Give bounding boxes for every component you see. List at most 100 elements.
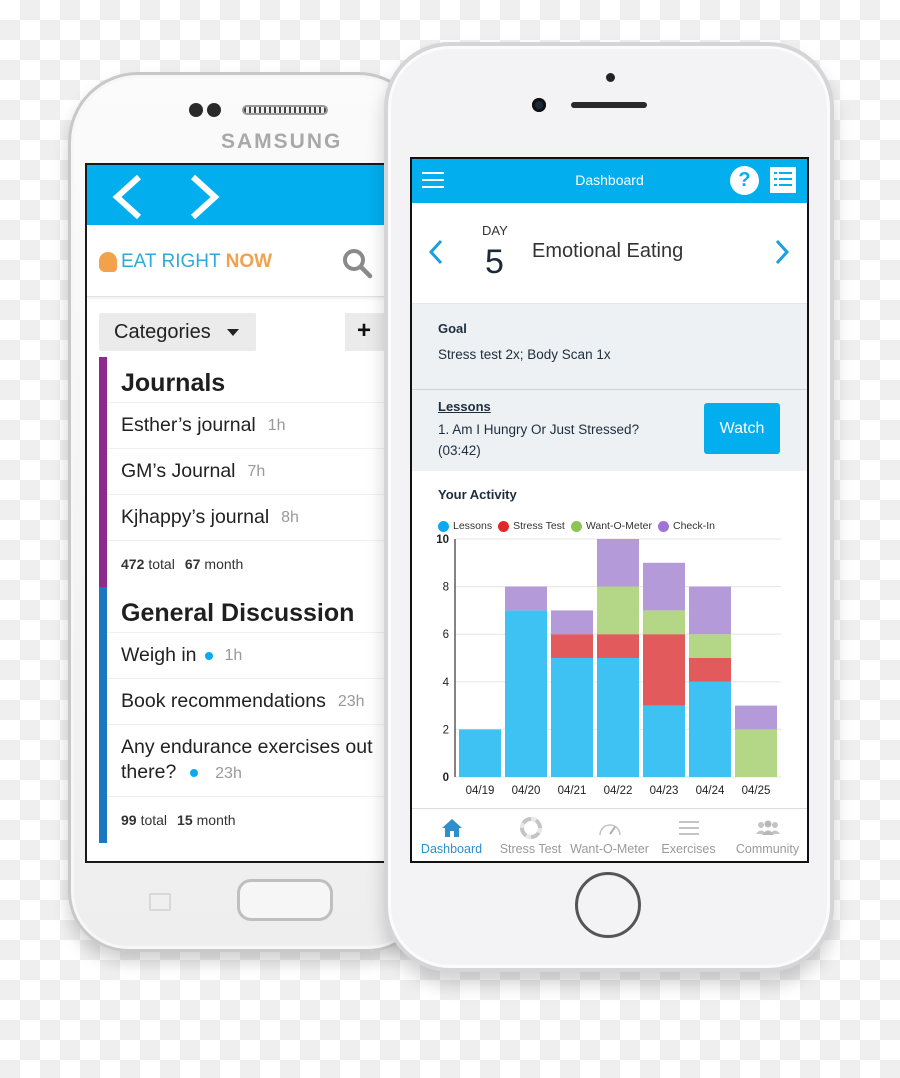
y-tick-label: 6 [443, 629, 449, 641]
bar-segment-stress-test [551, 634, 593, 658]
total-label: total [148, 556, 175, 572]
y-tick-label: 4 [443, 677, 450, 689]
search-button[interactable] [341, 247, 373, 284]
chevron-right-icon [190, 174, 220, 220]
x-tick-label: 04/20 [512, 785, 541, 797]
bottom-tab-bar: Dashboard Stress Test Want-O-Meter Exerc… [412, 808, 807, 861]
topic-title: Any endurance exercises out there? [121, 736, 373, 783]
topic-item[interactable]: Weigh in 1h [107, 633, 385, 679]
topic-item[interactable]: Any endurance exercises out there? 23h [107, 725, 385, 797]
watch-button[interactable]: Watch [704, 403, 780, 454]
browser-nav-bar [87, 165, 385, 225]
logo-text: EAT RIGHT [121, 251, 221, 272]
category-accent-bar [99, 587, 107, 843]
bar-segment-stress-test [689, 658, 731, 682]
tab-label: Stress Test [499, 842, 562, 856]
category-stats: 472 total 67 month [107, 541, 385, 587]
list-icon[interactable] [770, 167, 796, 193]
bar-segment-lessons [597, 658, 639, 777]
add-topic-button[interactable]: + [345, 313, 385, 351]
topic-item[interactable]: Kjhappy’s journal 8h [107, 495, 385, 541]
sensor-dot [189, 103, 203, 117]
topic-time: 1h [267, 416, 286, 434]
month-label: month [196, 812, 236, 828]
app-logo[interactable]: EAT RIGHT NOW [99, 251, 272, 273]
bar-segment-check-in [551, 610, 593, 635]
phone-brand: SAMSUNG [221, 130, 343, 153]
tab-exercises[interactable]: Exercises [649, 809, 728, 861]
samsung-home-button[interactable] [237, 879, 333, 921]
bar-segment-stress-test [597, 634, 639, 658]
next-day-button[interactable] [774, 239, 790, 270]
proximity-sensor [606, 73, 615, 82]
month-count: 15 [177, 812, 193, 828]
unread-dot-icon [204, 651, 213, 660]
x-tick-label: 04/24 [696, 785, 725, 797]
day-number: 5 [485, 243, 504, 281]
previous-day-button[interactable] [428, 239, 444, 270]
activity-heading: Your Activity [438, 487, 517, 502]
tab-label: Dashboard [420, 842, 483, 856]
goal-label: Goal [438, 321, 467, 336]
total-count: 472 [121, 556, 145, 572]
topic-time: 23h [215, 765, 242, 782]
legend-swatch [657, 520, 669, 532]
goal-section: Goal Stress test 2x; Body Scan 1x [412, 304, 807, 390]
legend-swatch [438, 520, 449, 532]
bar-segment-want-o-meter [643, 610, 685, 635]
category-title[interactable]: Journals [107, 357, 385, 403]
day-topic: Emotional Eating [532, 240, 684, 262]
topic-time: 7h [247, 462, 266, 480]
tab-stress-test[interactable]: Stress Test [491, 809, 570, 861]
gauge-icon [598, 824, 621, 836]
list-icon [678, 821, 699, 835]
topic-item[interactable]: GM’s Journal 7h [107, 449, 385, 495]
topic-title: GM’s Journal [121, 460, 236, 482]
topic-title: Book recommendations [121, 690, 326, 712]
iphone-home-button[interactable] [575, 872, 641, 938]
category-accent-bar [99, 357, 107, 587]
caret-down-icon [226, 328, 239, 336]
categories-dropdown[interactable]: Categories [99, 313, 256, 351]
app-header: Dashboard ? [412, 159, 807, 203]
bar-segment-lessons [551, 658, 593, 777]
chevron-right-icon [775, 239, 790, 265]
tab-label: Want-O-Meter [570, 842, 649, 856]
day-label: DAY [482, 223, 508, 238]
back-button[interactable] [109, 173, 145, 221]
y-tick-label: 2 [443, 724, 449, 736]
month-count: 67 [184, 556, 201, 572]
tab-community[interactable]: Community [728, 809, 807, 861]
people-icon [755, 820, 780, 835]
samsung-phone: SAMSUNG EAT RIGHT NOW Categories + Journ… [68, 72, 428, 952]
iphone: Dashboard ? DAY 5 Emotional Eating Goal … [384, 42, 834, 972]
bar-segment-stress-test [643, 634, 685, 706]
bar-segment-want-o-meter [597, 586, 639, 635]
head-logo-icon [99, 252, 117, 272]
tab-want-o-meter[interactable]: Want-O-Meter [570, 809, 649, 861]
topic-title: Esther’s journal [121, 414, 256, 436]
topic-item[interactable]: Esther’s journal 1h [107, 403, 385, 449]
day-selector: DAY 5 Emotional Eating [412, 203, 807, 304]
help-icon[interactable]: ? [730, 166, 759, 195]
activity-chart: 0 2 4 6 8 10 04/19 04/20 04/21 04/22 04/23 04/24 04/… [436, 534, 781, 797]
recent-apps-icon[interactable] [149, 893, 171, 911]
x-tick-label: 04/22 [604, 785, 633, 797]
category-title[interactable]: General Discussion [107, 587, 385, 633]
categories-label: Categories [114, 320, 211, 343]
bar-segment-check-in [597, 539, 639, 587]
legend-swatch [498, 520, 510, 532]
lifebuoy-icon [519, 817, 542, 839]
tab-label: Exercises [661, 842, 716, 856]
bar-segment-lessons [689, 681, 731, 777]
tab-label: Community [735, 842, 800, 856]
bar-segment-want-o-meter [689, 634, 731, 658]
samsung-screen: EAT RIGHT NOW Categories + Journals Esth… [85, 163, 385, 863]
forward-button[interactable] [187, 173, 223, 221]
x-tick-label: 04/21 [558, 785, 587, 797]
lessons-section: Lessons 1. Am I Hungry Or Just Stressed?… [412, 390, 807, 471]
bar-segment-lessons [459, 729, 501, 777]
topic-item[interactable]: Book recommendations 23h [107, 679, 385, 725]
tab-dashboard[interactable]: Dashboard [412, 809, 491, 861]
topic-time: 23h [337, 692, 365, 710]
